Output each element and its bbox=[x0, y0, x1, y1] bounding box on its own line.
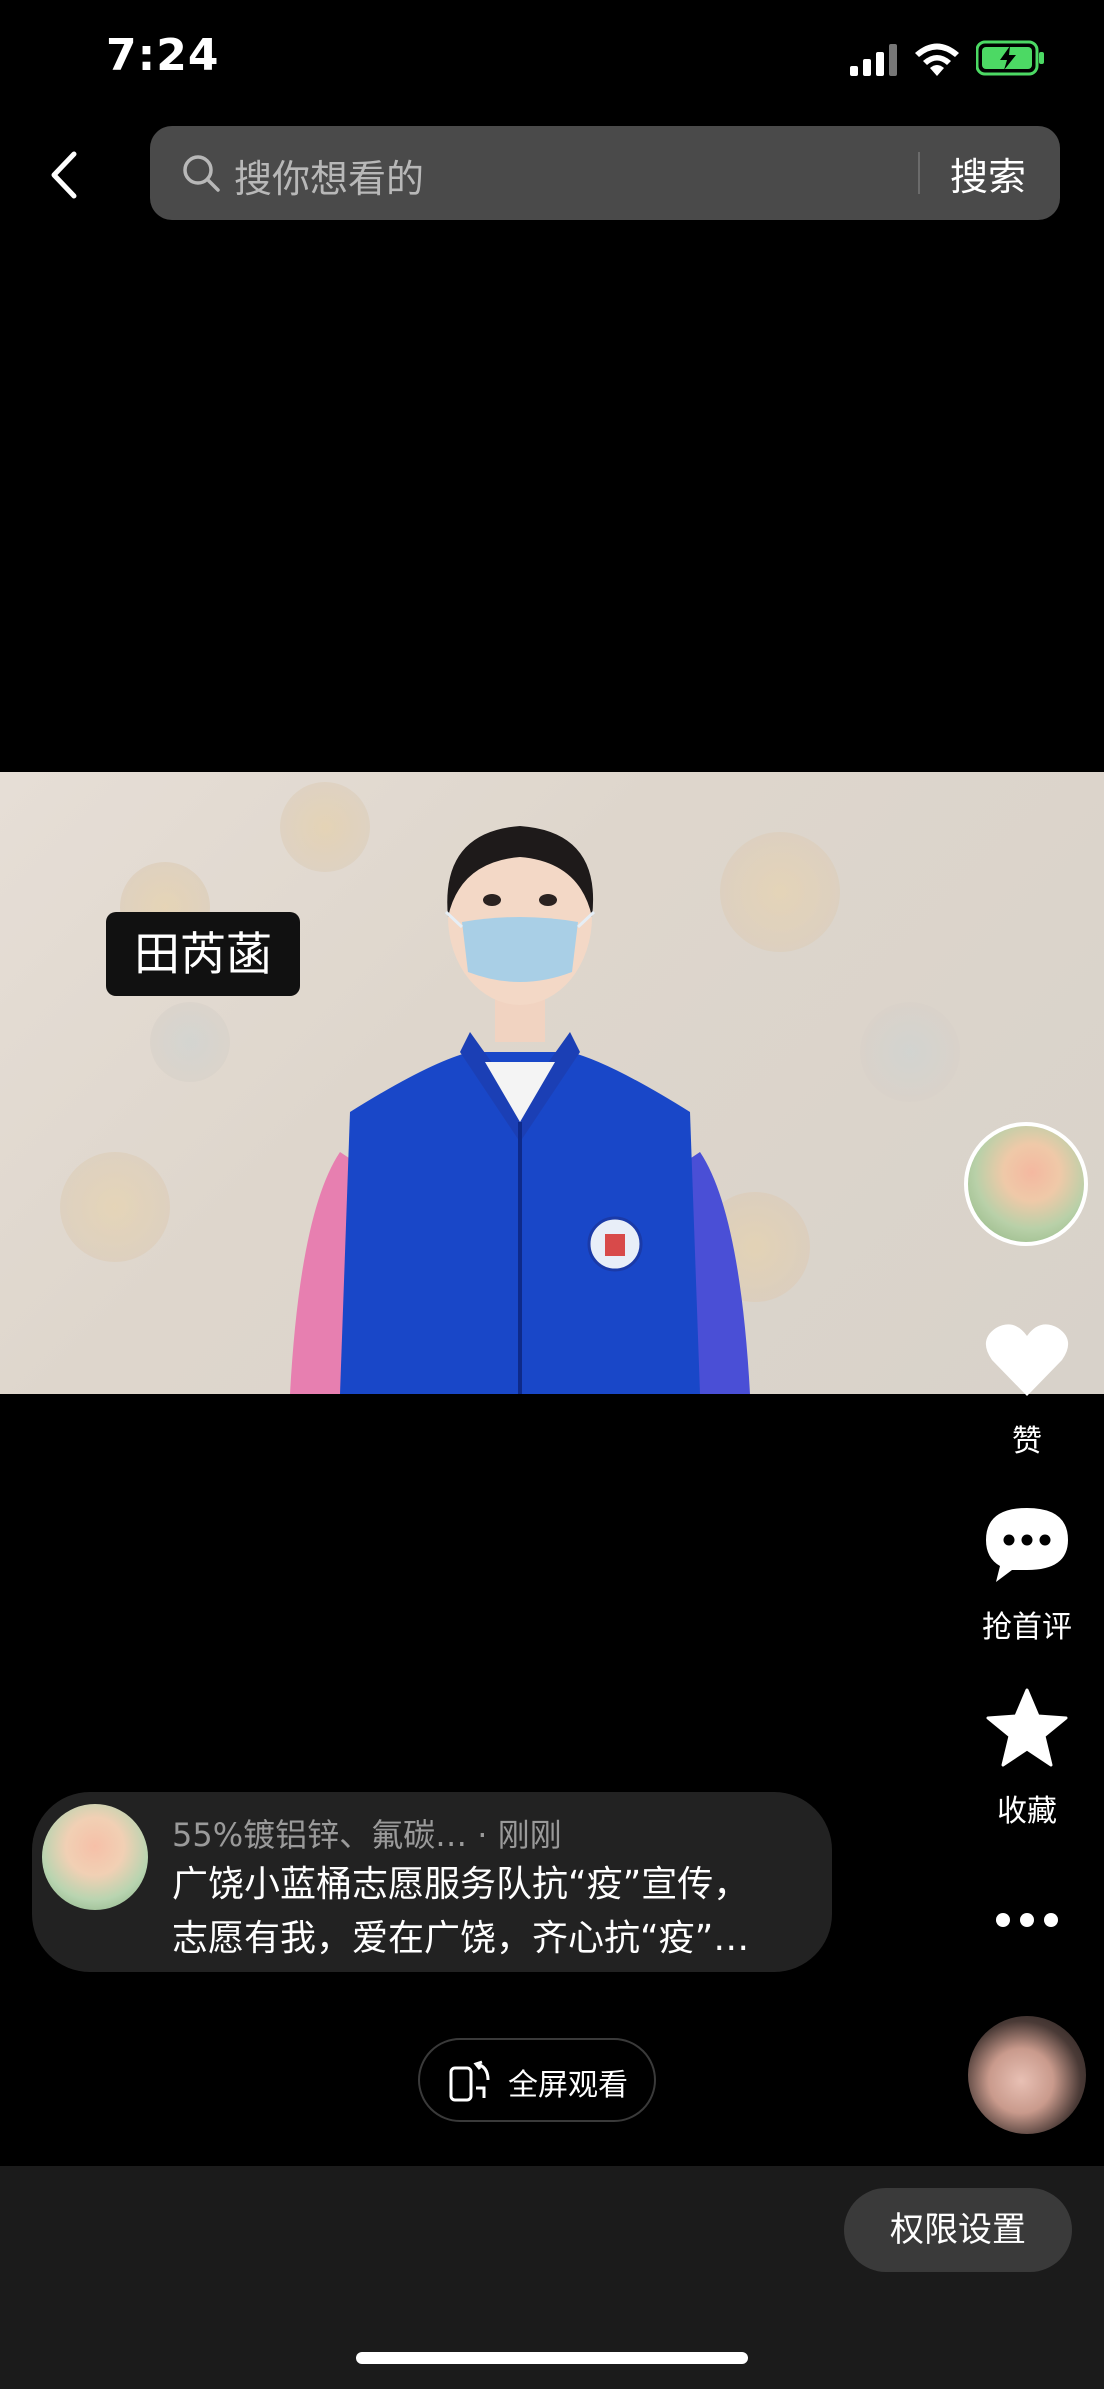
wallpaper-pattern bbox=[60, 1152, 170, 1262]
child-figure bbox=[290, 826, 750, 1394]
fullscreen-button[interactable]: 全屏观看 bbox=[418, 2038, 656, 2122]
status-time: 7:24 bbox=[106, 30, 220, 81]
author-avatar[interactable] bbox=[42, 1804, 148, 1910]
name-caption: 田芮菡 bbox=[106, 912, 300, 996]
search-button[interactable]: 搜索 bbox=[950, 146, 1026, 201]
comment-button[interactable] bbox=[984, 1504, 1070, 1584]
search-divider bbox=[918, 152, 920, 194]
wallpaper-pattern bbox=[150, 1002, 230, 1082]
description-line: 广饶小蓝桶志愿服务队抗“疫”宣传， bbox=[172, 1864, 750, 1905]
search-icon bbox=[183, 155, 220, 192]
video-player[interactable] bbox=[0, 772, 1104, 1394]
like-button[interactable] bbox=[984, 1320, 1070, 1400]
like-label: 赞 bbox=[1012, 1424, 1042, 1459]
favorite-button[interactable] bbox=[984, 1688, 1070, 1768]
permission-settings-button[interactable]: 权限设置 bbox=[844, 2188, 1072, 2272]
author-meta[interactable]: 55%镀铝锌、氟碳… · 刚刚 bbox=[172, 1810, 562, 1856]
wifi-icon bbox=[915, 43, 959, 76]
video-description[interactable]: 广饶小蓝桶志愿服务队抗“疫”宣传， 志愿有我，爱在广饶，齐心抗“疫”… bbox=[172, 1858, 812, 1966]
search-bar[interactable]: 搜你想看的 搜索 bbox=[150, 126, 1060, 220]
more-dots-icon[interactable] bbox=[994, 1908, 1060, 1932]
fullscreen-label: 全屏观看 bbox=[508, 2068, 628, 2103]
creator-avatar[interactable] bbox=[964, 1122, 1088, 1246]
search-input[interactable]: 搜你想看的 bbox=[234, 148, 424, 203]
battery-charging-icon bbox=[976, 40, 1044, 76]
home-indicator[interactable] bbox=[356, 2352, 748, 2364]
favorite-label: 收藏 bbox=[997, 1794, 1057, 1829]
cellular-signal-icon bbox=[850, 44, 897, 76]
description-line: 志愿有我，爱在广饶，齐心抗“疫”… bbox=[172, 1918, 750, 1959]
rotate-phone-icon bbox=[449, 2060, 490, 2102]
video-info-card[interactable]: 55%镀铝锌、氟碳… · 刚刚 广饶小蓝桶志愿服务队抗“疫”宣传， 志愿有我，爱… bbox=[32, 1792, 832, 1972]
wallpaper-pattern bbox=[860, 1002, 960, 1102]
comment-label: 抢首评 bbox=[982, 1610, 1072, 1645]
music-disc-avatar[interactable] bbox=[968, 2016, 1086, 2134]
back-button[interactable] bbox=[40, 140, 90, 210]
